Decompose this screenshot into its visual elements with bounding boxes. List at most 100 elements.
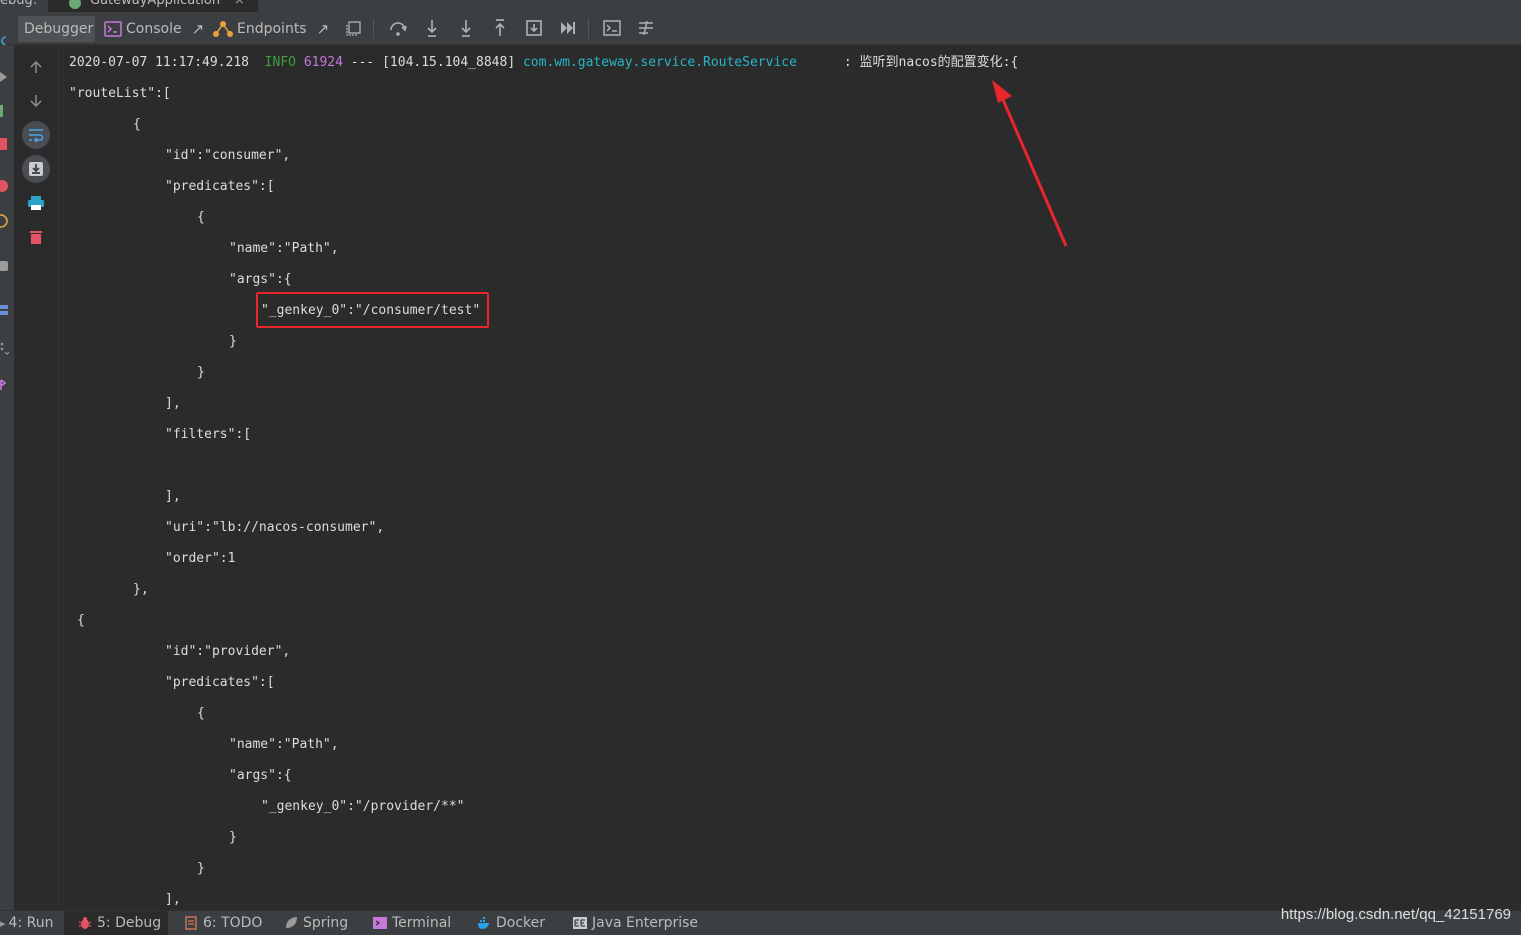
tool-window-debug-label: 5: Debug <box>97 915 162 931</box>
pause-icon[interactable] <box>0 105 6 117</box>
tool-window-docker-label: Docker <box>496 915 546 931</box>
tool-window-debug[interactable]: 5: Debug <box>64 911 168 935</box>
tool-window-terminal[interactable]: Terminal <box>373 911 451 935</box>
log-timestamp: 2020-07-07 11:17:49.218 <box>69 55 250 70</box>
stop-icon[interactable] <box>0 138 8 150</box>
console-line: "filters":[ <box>165 427 252 442</box>
soft-wrap-button[interactable] <box>22 121 50 149</box>
soft-wrap-icon <box>29 129 44 143</box>
watermark-url: https://blog.csdn.net/qq_42151769 <box>1280 906 1511 923</box>
debug-label: ebug: <box>0 0 38 8</box>
arrow-up-icon <box>30 60 42 73</box>
console-line: "id":"consumer", <box>165 148 291 163</box>
console-line: ], <box>165 396 181 411</box>
console-line: "predicates":[ <box>165 675 275 690</box>
tool-window-java-enterprise[interactable]: Java Enterprise <box>573 911 698 935</box>
breakpoint-icon[interactable] <box>0 180 8 192</box>
console-line: ], <box>165 489 181 504</box>
run-to-cursor-icon[interactable] <box>524 18 544 38</box>
tab-endpoints[interactable]: Endpoints ↗ <box>212 16 338 42</box>
step-into-icon[interactable] <box>422 18 442 38</box>
log-thread: [104.15.104_8848] <box>382 55 516 70</box>
left-edge-toolstrip <box>0 45 14 910</box>
tool-window-java-enterprise-label: Java Enterprise <box>592 915 699 931</box>
trash-icon <box>30 231 42 244</box>
console-output[interactable]: 2020-07-07 11:17:49.218 INFO 61924 --- [… <box>58 45 1521 910</box>
tab-debugger-label: Debugger <box>24 21 94 37</box>
log-header-line: 2020-07-07 11:17:49.218 INFO 61924 --- [… <box>69 53 1018 73</box>
log-logger: com.wm.gateway.service.RouteService <box>522 55 797 70</box>
trace-icon[interactable] <box>636 18 656 38</box>
tab-console-label: Console <box>126 21 182 37</box>
pin-icon[interactable]: ↗ <box>192 20 205 38</box>
arrow-down-icon <box>30 95 42 108</box>
endpoints-icon <box>213 21 233 37</box>
console-line: ], <box>165 892 181 907</box>
java-enterprise-icon <box>573 917 587 929</box>
tool-window-todo-label: 6: TODO <box>203 915 263 931</box>
console-line: { <box>197 210 205 225</box>
console-line: }, <box>133 582 149 597</box>
scroll-down-button[interactable] <box>22 87 50 115</box>
play-icon[interactable] <box>0 71 10 83</box>
toolbar-separator <box>373 19 374 39</box>
tab-debugger[interactable]: Debugger <box>18 16 95 42</box>
console-line: "args":{ <box>229 272 292 287</box>
console-line: { <box>197 706 205 721</box>
step-over-icon[interactable] <box>388 18 408 38</box>
tool-window-spring-label: Spring <box>303 915 349 931</box>
console-line: } <box>197 861 205 876</box>
tool-window-todo[interactable]: 6: TODO <box>184 911 262 935</box>
console-line: "id":"provider", <box>165 644 291 659</box>
session-tab-label: GatewayApplication <box>90 0 221 8</box>
tool-window-run[interactable]: ▸ 4: Run <box>0 911 60 935</box>
resume-icon[interactable] <box>558 18 578 38</box>
scroll-up-button[interactable] <box>22 53 50 81</box>
console-line: } <box>229 830 237 845</box>
force-step-into-icon[interactable] <box>456 18 476 38</box>
print-icon <box>28 196 44 210</box>
console-line: "_genkey_0":"/provider/**" <box>261 799 465 814</box>
toolbar-separator <box>588 19 589 39</box>
camera-icon[interactable] <box>0 259 9 273</box>
tool-window-docker[interactable]: Docker <box>477 911 545 935</box>
mute-breakpoints-icon[interactable] <box>0 214 8 228</box>
terminal-icon <box>373 917 387 929</box>
close-icon[interactable]: × <box>234 0 245 8</box>
pin-icon[interactable]: ↗ <box>317 20 330 38</box>
docker-icon <box>478 917 489 929</box>
console-line: "name":"Path", <box>229 737 339 752</box>
more-icon[interactable] <box>0 342 10 356</box>
clear-all-button[interactable] <box>22 223 50 251</box>
console-line: "args":{ <box>229 768 292 783</box>
console-line: } <box>229 334 237 349</box>
console-line: "routeList":[ <box>69 86 171 101</box>
session-tab-strip: ebug: GatewayApplication × <box>0 0 1521 12</box>
bug-icon <box>78 917 92 929</box>
tab-endpoints-label: Endpoints <box>237 21 307 37</box>
tab-console[interactable]: Console ↗ <box>100 16 208 42</box>
console-line: { <box>133 117 141 132</box>
session-tab-gateway[interactable]: GatewayApplication × <box>48 0 258 12</box>
console-line: { <box>77 613 85 628</box>
log-level: INFO <box>264 55 296 70</box>
log-separator: --- <box>350 55 375 70</box>
run-icon: ▸ <box>0 916 6 930</box>
tool-window-terminal-label: Terminal <box>392 915 452 931</box>
todo-icon <box>185 916 197 930</box>
pin-tab-icon[interactable] <box>0 379 8 391</box>
annotation-highlight-box <box>256 292 489 328</box>
print-button[interactable] <box>22 189 50 217</box>
evaluate-icon[interactable] <box>602 18 622 38</box>
spring-leaf-icon <box>286 917 297 928</box>
layout-icon[interactable] <box>0 304 9 316</box>
step-out-icon[interactable] <box>490 18 510 38</box>
scroll-to-end-button[interactable] <box>22 155 50 183</box>
restore-layout-icon[interactable] <box>344 18 364 38</box>
tool-window-spring[interactable]: Spring <box>284 911 348 935</box>
log-message: : 监听到nacos的配置变化:{ <box>843 55 1019 70</box>
tool-window-run-label: 4: Run <box>8 915 54 931</box>
debug-toolbar: Debugger Console ↗ Endpoints ↗ <box>0 12 1521 46</box>
console-gutter-toolbar <box>14 45 59 910</box>
console-line: "predicates":[ <box>165 179 275 194</box>
